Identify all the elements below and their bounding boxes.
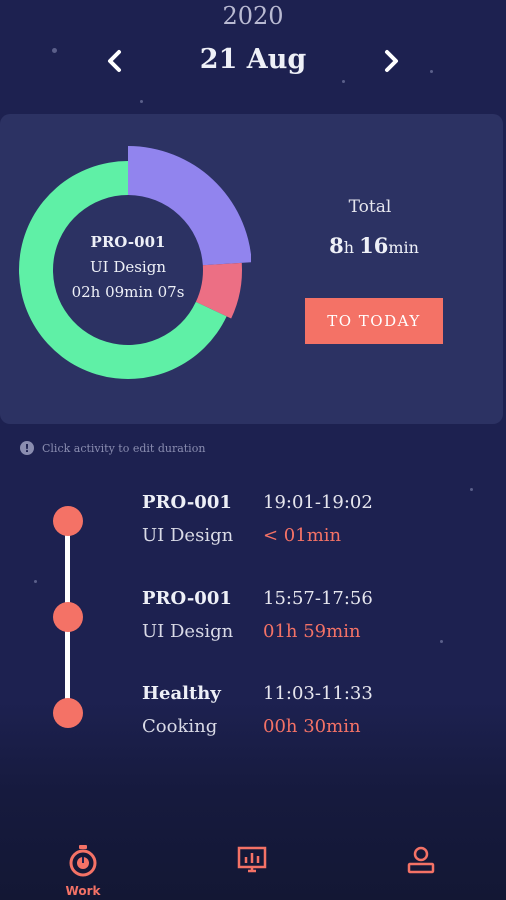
tab-profile[interactable]: [386, 844, 456, 900]
date-navigator: 21 Aug: [0, 40, 506, 84]
next-day-button[interactable]: [376, 46, 406, 76]
activity-time-range: 19:01-19:02: [263, 492, 373, 513]
current-date: 21 Aug: [199, 44, 307, 75]
selected-task: UI Design: [90, 258, 166, 276]
total-hours-unit: h: [343, 238, 354, 257]
tab-statistics[interactable]: [217, 844, 287, 900]
chart-board-icon: [237, 846, 267, 873]
year-label: 2020: [222, 2, 284, 30]
star: [140, 100, 143, 103]
tab-work-label: Work: [65, 884, 101, 898]
activity-time-range: 11:03-11:33: [263, 683, 373, 704]
timeline-dot: [53, 698, 83, 728]
total-minutes-unit: min: [388, 238, 419, 257]
star: [470, 488, 473, 491]
chevron-right-icon: [385, 50, 398, 72]
timeline-dot: [53, 506, 83, 536]
activity-time-range: 15:57-17:56: [263, 588, 373, 609]
activity-duration: 01h 59min: [263, 621, 361, 642]
star: [34, 580, 37, 583]
activity-project: PRO-001: [142, 588, 232, 609]
total-duration: 8h 16min: [305, 233, 443, 258]
to-today-button[interactable]: TO TODAY: [305, 298, 443, 344]
info-icon: !: [20, 441, 34, 455]
selected-duration: 02h 09min 07s: [71, 283, 185, 301]
total-label: Total: [348, 197, 392, 217]
activity-duration: < 01min: [263, 525, 342, 546]
hint-text: Click activity to edit duration: [42, 441, 206, 455]
edit-hint: ! Click activity to edit duration: [20, 441, 205, 455]
stopwatch-icon: [69, 845, 97, 877]
activity-duration: 00h 30min: [263, 716, 361, 737]
activity-project: PRO-001: [142, 492, 232, 513]
activity-task: UI Design: [142, 621, 234, 642]
bottom-tab-bar: Work: [0, 812, 506, 900]
tab-work[interactable]: Work: [48, 844, 118, 900]
timeline-dot: [53, 602, 83, 632]
star: [440, 640, 443, 643]
total-hours: 8: [329, 233, 344, 258]
activity-task: Cooking: [142, 716, 218, 737]
total-minutes: 16: [359, 233, 389, 258]
profile-icon: [407, 846, 435, 874]
activity-project: Healthy: [142, 683, 221, 704]
activity-task: UI Design: [142, 525, 234, 546]
selected-activity-summary: PRO-001 UI Design 02h 09min 07s: [58, 230, 198, 305]
selected-project: PRO-001: [90, 233, 166, 251]
